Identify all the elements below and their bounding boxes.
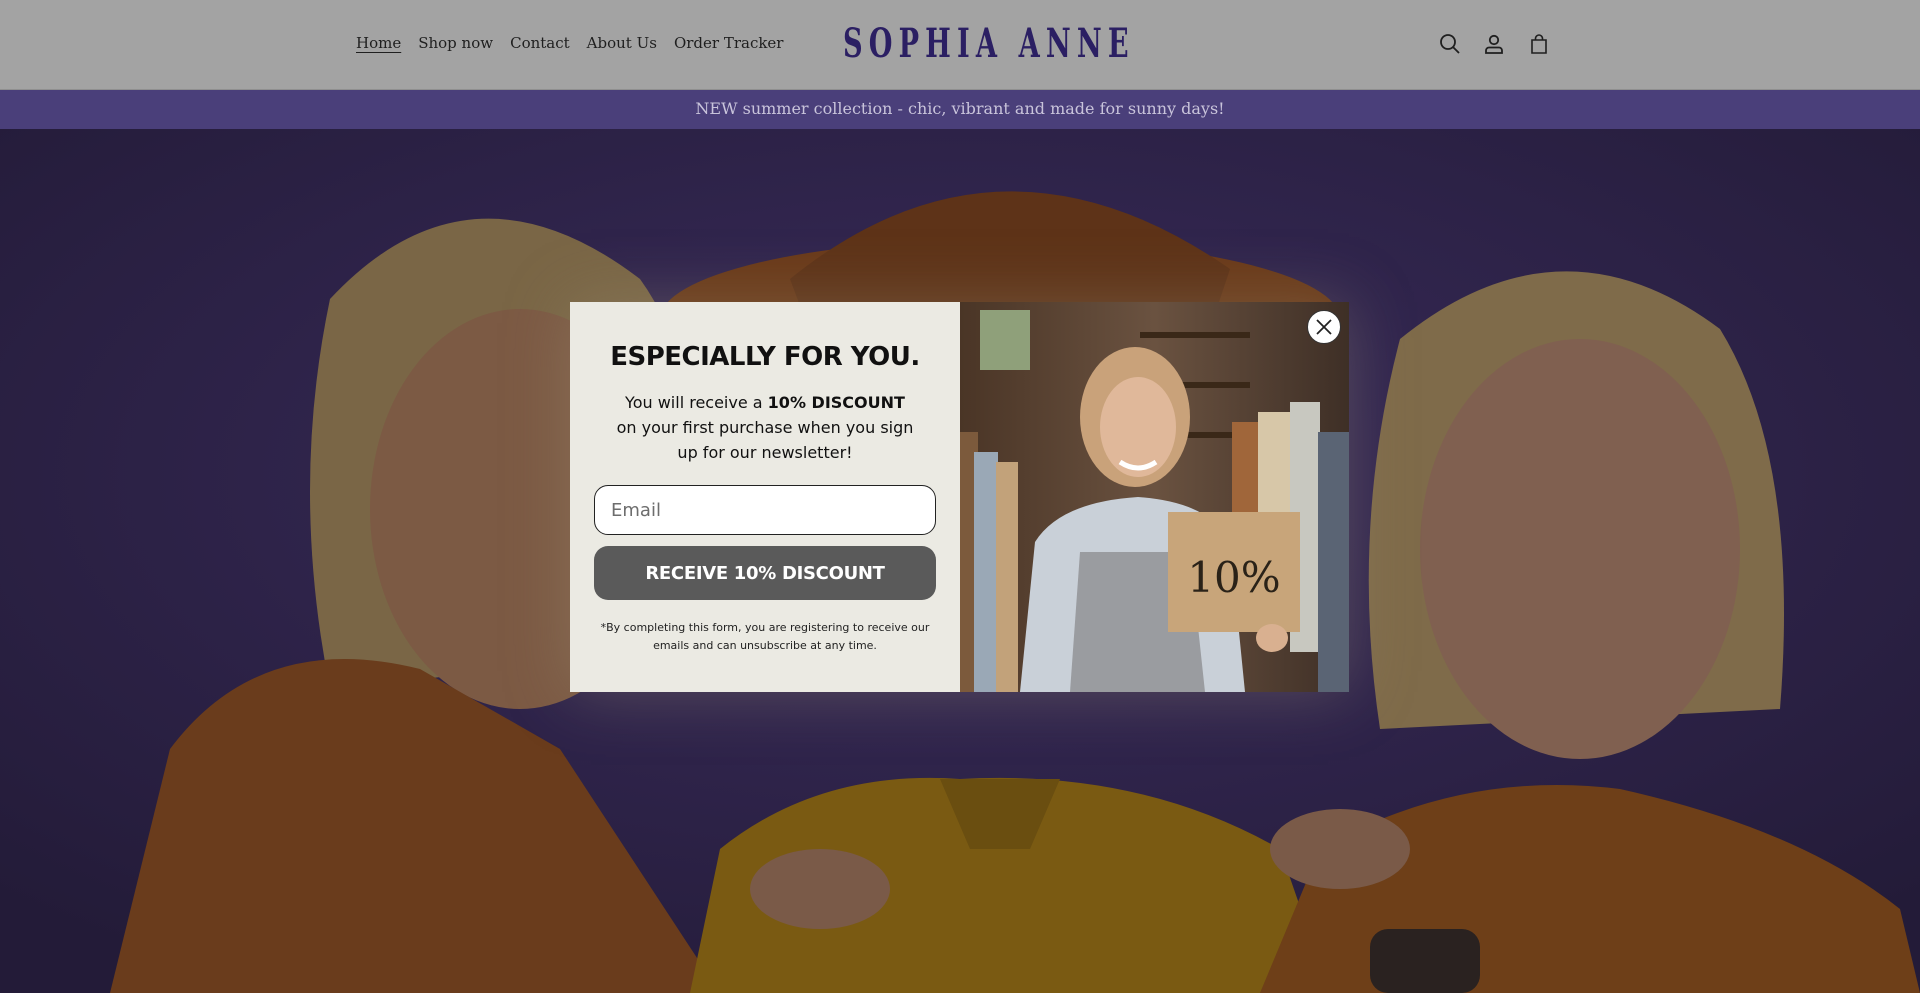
nav-shop-now[interactable]: Shop now (418, 34, 493, 52)
site-logo[interactable]: SOPHIA ANNE (843, 16, 1135, 72)
popup-body-suffix: on your first purchase when you sign up … (616, 418, 914, 462)
popup-title: ESPECIALLY FOR YOU. (610, 342, 920, 372)
shop-owner-photo: 10% (960, 302, 1349, 692)
close-icon (1316, 319, 1332, 335)
account-icon[interactable] (1482, 32, 1506, 56)
popup-image: 10% (960, 302, 1349, 692)
receive-discount-button[interactable]: RECEIVE 10% DISCOUNT (594, 546, 936, 600)
popup-body-prefix: You will receive a (625, 393, 768, 412)
email-input[interactable] (594, 485, 936, 535)
popup-discount-highlight: 10% DISCOUNT (767, 393, 905, 412)
nav-order-tracker[interactable]: Order Tracker (674, 34, 784, 52)
newsletter-popup: ESPECIALLY FOR YOU. You will receive a 1… (570, 302, 1349, 692)
main-nav: Home Shop now Contact About Us Order Tra… (356, 34, 783, 52)
close-button[interactable] (1307, 310, 1341, 344)
nav-home[interactable]: Home (356, 34, 401, 52)
popup-disclaimer: *By completing this form, you are regist… (600, 621, 930, 652)
search-icon[interactable] (1438, 32, 1462, 56)
site-header: Home Shop now Contact About Us Order Tra… (0, 0, 1920, 90)
popup-form-panel: ESPECIALLY FOR YOU. You will receive a 1… (570, 302, 960, 692)
nav-about-us[interactable]: About Us (587, 34, 657, 52)
sign-discount-text: 10% (1187, 553, 1280, 602)
cart-icon[interactable] (1527, 32, 1551, 56)
popup-body: You will receive a 10% DISCOUNT on your … (605, 390, 925, 465)
nav-contact[interactable]: Contact (510, 34, 570, 52)
announcement-bar: NEW summer collection - chic, vibrant an… (0, 90, 1920, 129)
